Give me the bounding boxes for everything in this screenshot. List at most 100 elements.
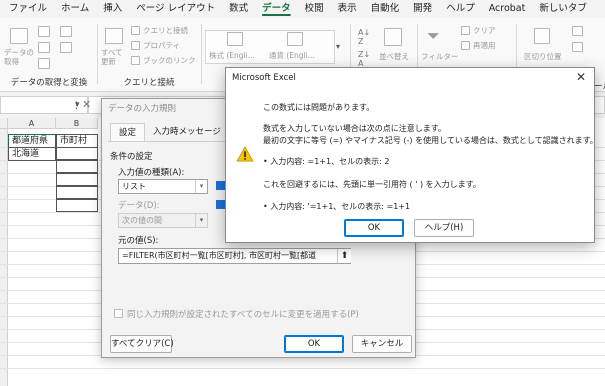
data-select-value: 次の値の間 bbox=[122, 216, 162, 225]
group-label-outline: ール bbox=[594, 82, 605, 92]
tab-file[interactable]: ファイル bbox=[2, 0, 54, 18]
help-button[interactable]: ヘルプ(H) bbox=[414, 219, 474, 237]
ribbon-tabs: ファイル ホーム 挿入 ページ レイアウト 数式 データ 校閲 表示 自動化 開… bbox=[0, 0, 605, 18]
existing-connections-icon[interactable] bbox=[60, 42, 72, 53]
sort-dialog-icon bbox=[384, 28, 402, 46]
message-line-1: この数式には問題があります。 bbox=[263, 103, 375, 112]
sort-za-icon[interactable]: Z↓ A bbox=[358, 50, 370, 68]
gallery-more-icon[interactable]: ▾ bbox=[336, 42, 340, 51]
workbook-links-button[interactable]: ブックのリンク bbox=[143, 55, 196, 66]
dialog-title: データの入力規則 bbox=[108, 104, 177, 114]
tab-view[interactable]: 表示 bbox=[331, 0, 364, 18]
cell-b1[interactable]: 市町村 bbox=[56, 134, 98, 148]
column-header-a[interactable]: A bbox=[8, 118, 56, 129]
from-web-icon[interactable] bbox=[38, 42, 50, 53]
allow-select[interactable]: リスト ▾ bbox=[118, 179, 208, 194]
source-label: 元の値(S): bbox=[118, 236, 159, 246]
source-input[interactable]: =FILTER(市区町村一覧[市区町村], 市区町村一覧[都道 bbox=[118, 248, 351, 264]
refresh-all-button[interactable]: すべて 更新 bbox=[101, 48, 123, 66]
allow-label: 入力値の種類(A): bbox=[118, 168, 185, 178]
refresh-icon[interactable] bbox=[105, 28, 123, 44]
currency-icon bbox=[287, 32, 303, 46]
tab-automate[interactable]: 自動化 bbox=[364, 0, 407, 18]
remove-duplicates-icon[interactable] bbox=[572, 42, 583, 52]
workbook-links-icon bbox=[131, 56, 140, 65]
message-line-2: 数式を入力していない場合は次の点に注意します。 bbox=[263, 124, 446, 133]
tab-data[interactable]: データ bbox=[255, 0, 298, 18]
cancel-formula-icon[interactable]: ✕ bbox=[82, 98, 91, 111]
in-cell-dropdown-checkbox[interactable] bbox=[216, 200, 225, 209]
clear-filter-button[interactable]: クリア bbox=[473, 25, 496, 36]
close-icon[interactable]: ✕ bbox=[576, 70, 586, 84]
sort-button[interactable]: 並べ替え bbox=[379, 51, 409, 62]
tab-help[interactable]: ヘルプ bbox=[439, 0, 482, 18]
sort-az-icon[interactable]: A↓ Z bbox=[358, 28, 370, 46]
row-headers[interactable] bbox=[0, 129, 8, 386]
properties-button[interactable]: プロパティ bbox=[143, 40, 180, 51]
apply-all-label: 同じ入力規則が設定されたすべてのセルに変更を適用する(P) bbox=[127, 310, 359, 320]
group-queries: すべて 更新 クエリと接続 プロパティ ブックのリンク クエリと接続 bbox=[99, 22, 199, 88]
text-to-columns-icon bbox=[534, 28, 550, 44]
message-line-6: • 入力内容: '=1+1、セルの表示: =1+1 bbox=[263, 202, 411, 211]
collapse-range-icon[interactable]: ⬆ bbox=[337, 249, 351, 263]
message-line-4: • 入力内容: =1+1、セルの表示: 2 bbox=[263, 157, 390, 166]
message-ok-button[interactable]: OK bbox=[344, 219, 404, 237]
queries-connections-button[interactable]: クエリと接続 bbox=[143, 25, 188, 36]
apply-all-checkbox[interactable] bbox=[114, 309, 123, 318]
properties-icon bbox=[131, 41, 140, 50]
group-separator bbox=[201, 24, 202, 84]
from-table-icon[interactable] bbox=[38, 58, 50, 69]
row-divider bbox=[0, 368, 605, 369]
message-line-5: これを回避するには、先頭に単一引用符 ( ' ) を入力します。 bbox=[263, 180, 481, 189]
cell-b2[interactable] bbox=[56, 147, 98, 160]
group-label-queries: クエリと接続 bbox=[123, 78, 175, 88]
reapply-icon bbox=[461, 41, 470, 50]
stocks-button[interactable]: 株式 (Engli... bbox=[209, 50, 255, 61]
ignore-blank-checkbox[interactable] bbox=[216, 181, 225, 190]
cell-a1[interactable]: 都道府県 bbox=[8, 134, 56, 148]
flash-fill-icon[interactable] bbox=[572, 26, 583, 36]
tab-new[interactable]: 新しいタブ bbox=[532, 0, 594, 18]
tab-home[interactable]: ホーム bbox=[54, 0, 96, 18]
tab-input-message[interactable]: 入力時メッセージ bbox=[145, 123, 229, 141]
tab-acrobat[interactable]: Acrobat bbox=[482, 0, 533, 18]
criteria-label: 条件の設定 bbox=[110, 152, 153, 162]
tab-review[interactable]: 校閲 bbox=[298, 0, 331, 18]
column-header-b[interactable]: B bbox=[56, 118, 98, 129]
recent-sources-icon[interactable] bbox=[60, 26, 72, 37]
data-label: データ(D): bbox=[118, 201, 160, 211]
formula-error-dialog: Microsoft Excel ✕ この数式には問題があります。 数式を入力して… bbox=[225, 67, 598, 243]
group-label-get-data: データの取得と変換 bbox=[10, 78, 88, 88]
chevron-down-icon: ▾ bbox=[195, 214, 207, 227]
chevron-down-icon: ▾ bbox=[195, 180, 207, 193]
tab-developer[interactable]: 開発 bbox=[406, 0, 439, 18]
select-all-corner[interactable] bbox=[0, 118, 8, 129]
cell-b4[interactable] bbox=[56, 173, 98, 186]
filter-button[interactable]: フィルター bbox=[421, 51, 458, 62]
more-options-icon[interactable]: ⋮ bbox=[72, 101, 81, 111]
cell-a2[interactable]: 北海道 bbox=[8, 147, 56, 161]
tab-formulas[interactable]: 数式 bbox=[222, 0, 255, 18]
ok-button[interactable]: OK bbox=[284, 335, 344, 353]
reapply-button[interactable]: 再適用 bbox=[473, 40, 496, 51]
cell-b5[interactable] bbox=[56, 186, 98, 199]
tab-settings[interactable]: 設定 bbox=[110, 123, 146, 141]
filter-funnel-icon: ⏷ bbox=[427, 26, 440, 45]
tab-page-layout[interactable]: ページ レイアウト bbox=[129, 0, 222, 18]
cell-b3[interactable] bbox=[56, 160, 98, 173]
message-line-3: 最初の文字に等号 (=) やマイナス記号 (-) を使用している場合は、数式とし… bbox=[263, 136, 598, 145]
from-text-icon[interactable] bbox=[38, 26, 50, 37]
dialog-tabs: 設定 入力時メッセージ bbox=[110, 123, 229, 141]
group-get-data: データの 取得 データの取得と変換 bbox=[2, 22, 96, 88]
dialog-title: Microsoft Excel bbox=[232, 73, 296, 83]
clear-filter-icon bbox=[461, 26, 470, 35]
get-data-button[interactable]: データの 取得 bbox=[4, 48, 34, 66]
text-to-columns-button[interactable]: 区切り位置 bbox=[524, 51, 562, 62]
clear-all-button[interactable]: すべてクリア(C) bbox=[110, 335, 174, 353]
currency-button[interactable]: 通貨 (Engli... bbox=[269, 50, 315, 61]
cancel-button[interactable]: キャンセル bbox=[352, 335, 412, 353]
warning-icon bbox=[236, 146, 254, 162]
get-data-icon[interactable] bbox=[10, 28, 28, 44]
tab-insert[interactable]: 挿入 bbox=[96, 0, 129, 18]
cell-b6[interactable] bbox=[56, 199, 98, 212]
